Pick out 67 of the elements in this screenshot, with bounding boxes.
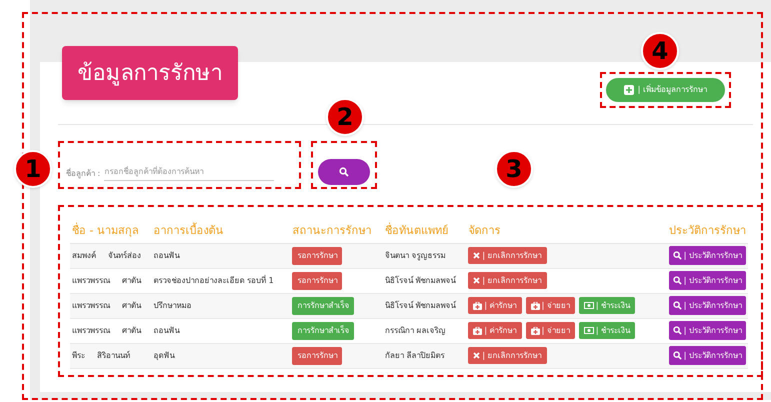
treatment-history-button[interactable]: | ประวัติการรักษา <box>668 321 746 340</box>
first-name: แพรวพรรณ <box>72 300 110 312</box>
last-name: ศาตัน <box>122 324 141 336</box>
close-icon <box>473 352 480 359</box>
dentist-name: กัลยา ลีลาปิยมิตร <box>385 350 445 360</box>
status-badge: รอการรักษา <box>292 272 342 290</box>
callout-number: 1 <box>14 150 52 188</box>
search-icon <box>672 351 682 360</box>
symptom-text: อุดฟัน <box>154 350 175 360</box>
symptom-text: ถอนฟัน <box>154 326 180 334</box>
treatment-history-button[interactable]: | ประวัติการรักษา <box>668 271 746 290</box>
close-icon <box>473 252 480 259</box>
first-name: สมพงค์ <box>72 250 96 262</box>
close-icon <box>473 277 480 284</box>
status-badge: รอการรักษา <box>292 246 342 264</box>
column-header: ประวัติการรักษา <box>669 224 746 237</box>
symptom-text: ปรึกษาหมอ <box>154 300 192 310</box>
search-icon <box>672 326 682 335</box>
medical-kit-icon <box>530 326 540 334</box>
symptom-text: ตรวจช่องปากอย่างละเอียด รอบที่ 1 <box>154 276 274 284</box>
status-badge: รอการรักษา <box>292 346 342 364</box>
cancel-treatment-button[interactable]: | ยกเลิกการรักษา <box>468 247 547 264</box>
status-badge: การรักษาสำเร็จ <box>292 322 354 340</box>
last-name: จันทร์ส่อง <box>108 250 141 262</box>
first-name: แพรวพรรณ <box>72 274 110 286</box>
dispense-medicine-button[interactable]: | จ่ายยา <box>526 322 575 339</box>
search-button[interactable] <box>318 159 370 185</box>
dispense-medicine-button[interactable]: | จ่ายยา <box>526 297 575 314</box>
payment-button[interactable]: | ชำระเงิน <box>578 322 636 339</box>
search-icon <box>672 301 682 310</box>
symptom-text: ถอนฟัน <box>154 250 180 260</box>
column-header: ชื่อทันตแพทย์ <box>385 224 448 237</box>
dentist-name: นิธิโรจน์ พัชกมลพจน์ <box>385 300 456 310</box>
banknote-icon <box>584 327 594 334</box>
first-name: แพรวพรรณ <box>72 324 110 336</box>
column-header: สถานะการรักษา <box>292 224 372 237</box>
column-header: ชื่อ - นามสกุล <box>72 224 139 237</box>
field-label: ชื่อลูกค้า : <box>66 168 100 180</box>
medical-kit-icon <box>473 326 482 334</box>
search-icon <box>339 167 349 177</box>
column-header: อาการเบื้องต้น <box>154 224 224 237</box>
search-icon <box>672 276 682 285</box>
last-name: สิริอานนท์ <box>97 350 130 362</box>
page-title: ข้อมูลการรักษา <box>62 46 238 100</box>
treatment-fee-button[interactable]: | ค่ารักษา <box>468 322 522 339</box>
treatment-history-button[interactable]: | ประวัติการรักษา <box>668 296 746 315</box>
dentist-name: กรรณิกา ผลเจริญ <box>385 326 446 334</box>
cancel-treatment-button[interactable]: | ยกเลิกการรักษา <box>468 347 547 364</box>
payment-button[interactable]: | ชำระเงิน <box>578 297 636 314</box>
treatment-fee-button[interactable]: | ค่ารักษา <box>468 297 522 314</box>
column-header: จัดการ <box>468 224 500 237</box>
first-name: พีระ <box>72 350 85 362</box>
medical-kit-icon <box>473 302 482 310</box>
treatment-history-button[interactable]: | ประวัติการรักษา <box>668 346 746 365</box>
cancel-treatment-button[interactable]: | ยกเลิกการรักษา <box>468 272 547 289</box>
search-icon <box>672 251 682 260</box>
dentist-name: นิธิโรจน์ พัชกมลพจน์ <box>385 276 456 284</box>
medical-kit-icon <box>530 302 540 310</box>
banknote-icon <box>584 302 594 309</box>
dentist-name: จินตนา จรูญธรรม <box>385 250 446 260</box>
add-treatment-button[interactable]: | เพิ่มข้อมูลการรักษา <box>606 78 725 102</box>
last-name: ศาตัน <box>122 300 141 312</box>
status-badge: การรักษาสำเร็จ <box>292 296 354 314</box>
treatment-history-button[interactable]: | ประวัติการรักษา <box>668 246 746 265</box>
last-name: ศาตัน <box>122 274 141 286</box>
plus-icon <box>624 85 634 95</box>
customer-search-field[interactable]: กรอกชื่อลูกค้าที่ต้องการค้นหา <box>104 166 274 181</box>
